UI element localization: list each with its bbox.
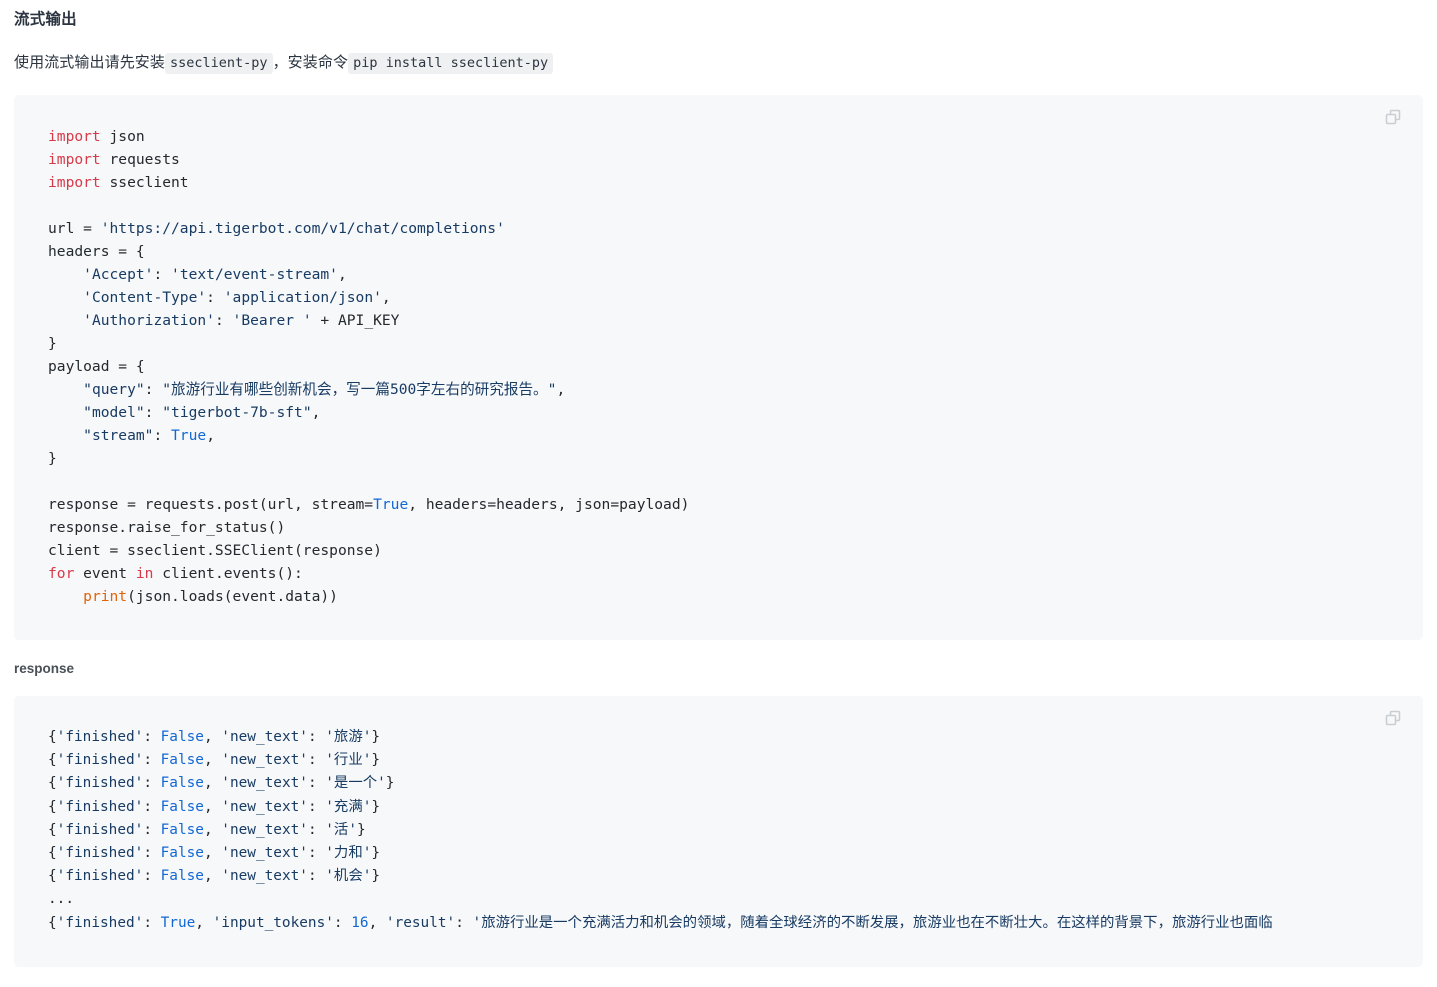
response-content: {'finished': False, 'new_text': '旅游'} {'…: [14, 726, 1423, 935]
intro-text-part2: ，: [273, 54, 288, 71]
intro-paragraph: 使用流式输出请先安装sseclient-py，安装命令pip install s…: [14, 30, 1423, 75]
response-label: response: [14, 640, 1423, 678]
code-content: import json import requests import ssecl…: [14, 125, 1423, 608]
page-root: 流式输出 使用流式输出请先安装sseclient-py，安装命令pip inst…: [0, 0, 1437, 987]
copy-icon[interactable]: [1383, 708, 1403, 728]
inline-code-package-name: sseclient-py: [165, 53, 273, 74]
page-title: 流式输出: [14, 0, 1423, 30]
response-code-block: {'finished': False, 'new_text': '旅游'} {'…: [14, 696, 1423, 967]
python-code-block: import json import requests import ssecl…: [14, 95, 1423, 640]
intro-text-part1: 使用流式输出请先安装: [14, 54, 165, 71]
inline-code-install-command: pip install sseclient-py: [348, 53, 553, 74]
intro-text-part3: 安装命令: [288, 54, 348, 71]
copy-icon[interactable]: [1383, 107, 1403, 127]
